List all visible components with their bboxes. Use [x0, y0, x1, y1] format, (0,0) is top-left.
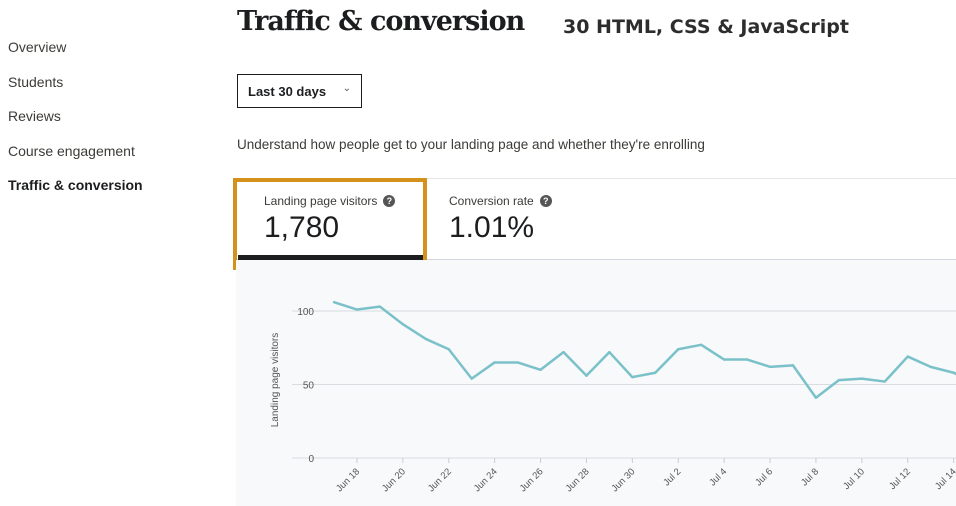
sidebar-item-traffic-conversion[interactable]: Traffic & conversion [8, 177, 143, 193]
x-tick-label: Jun 24 [472, 466, 500, 494]
sidebar-item-course-engagement[interactable]: Course engagement [8, 143, 135, 159]
x-tick-label: Jun 20 [380, 466, 408, 494]
data-point [768, 365, 772, 369]
data-point [906, 355, 909, 358]
data-point [516, 361, 519, 364]
data-point [539, 368, 542, 371]
metric-label: Conversion rate [449, 194, 534, 208]
date-range-select[interactable]: Last 30 days ⌄ [237, 74, 362, 108]
data-point [677, 348, 680, 351]
page-description: Understand how people get to your landin… [237, 137, 705, 152]
data-point [585, 374, 588, 377]
x-tick-label: Jun 22 [426, 466, 454, 494]
x-tick-label: Jul 14 [933, 466, 956, 492]
data-point [447, 348, 450, 351]
data-point [401, 323, 405, 326]
page-title: Traffic & conversion [237, 6, 525, 37]
data-point [814, 396, 818, 399]
y-tick-label: 0 [308, 454, 314, 465]
data-point [722, 358, 726, 361]
data-point [355, 308, 359, 311]
data-point [562, 350, 565, 354]
tab-landing-page-visitors[interactable]: Landing page visitors? 1,780 [236, 179, 426, 260]
data-point [791, 364, 795, 367]
data-point [745, 358, 749, 361]
sidebar-item-overview[interactable]: Overview [8, 39, 66, 55]
x-tick-label: Jun 26 [518, 466, 546, 494]
data-point [608, 350, 611, 354]
x-tick-label: Jul 4 [707, 466, 729, 488]
sidebar: Overview Students Reviews Course engagem… [0, 0, 185, 506]
y-axis-label: Landing page visitors [270, 333, 281, 428]
tab-conversion-rate[interactable]: Conversion rate? 1.01% [426, 179, 606, 260]
help-icon[interactable]: ? [539, 195, 552, 207]
data-point [631, 375, 634, 379]
x-tick-label: Jun 18 [334, 466, 362, 494]
metric-label: Landing page visitors [264, 194, 378, 208]
sidebar-item-students[interactable]: Students [8, 74, 63, 90]
x-tick-label: Jun 30 [610, 466, 638, 494]
x-tick-label: Jul 12 [887, 466, 913, 492]
data-point [332, 300, 336, 304]
metric-value: 1.01% [449, 211, 535, 244]
data-point [883, 380, 886, 383]
metric-value: 1,780 [264, 211, 340, 244]
data-point [493, 361, 496, 364]
x-tick-label: Jul 10 [841, 466, 867, 492]
x-tick-label: Jul 2 [661, 466, 683, 488]
data-point [860, 377, 864, 380]
data-point [837, 378, 841, 382]
x-tick-label: Jun 28 [564, 466, 592, 494]
series-line [333, 300, 956, 399]
data-point [929, 365, 932, 369]
watermark-text: 30 HTML, CSS & JavaScript [563, 16, 849, 38]
metric-tabs: Landing page visitors? 1,780 Conversion … [236, 178, 956, 260]
data-point [700, 343, 703, 347]
data-point [424, 337, 427, 341]
data-point [470, 377, 473, 380]
traffic-line-chart: Landing page visitors 0 50 100 Jun 18 Jun 20… [270, 300, 956, 494]
data-point [952, 371, 955, 374]
data-point [654, 371, 657, 374]
help-icon[interactable]: ? [383, 195, 396, 207]
sidebar-item-reviews[interactable]: Reviews [8, 108, 61, 124]
data-point [378, 305, 382, 308]
date-range-value: Last 30 days [248, 84, 327, 99]
y-tick-label: 50 [303, 381, 315, 392]
x-tick-label: Jul 6 [753, 466, 775, 488]
x-tick-label: Jul 8 [799, 466, 821, 488]
y-tick-label: 100 [297, 307, 314, 318]
chevron-down-icon: ⌄ [342, 83, 351, 94]
